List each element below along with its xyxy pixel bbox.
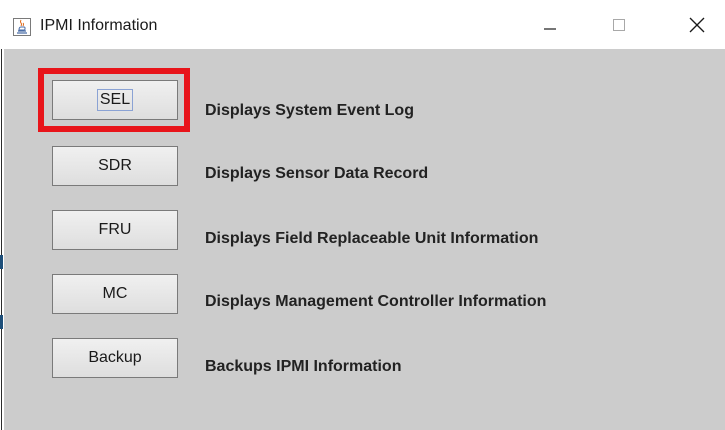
sdr-description: Displays Sensor Data Record: [205, 165, 429, 182]
background-window-marker: [0, 255, 3, 269]
backup-description: Backups IPMI Information: [205, 358, 402, 375]
maximize-icon: [611, 17, 627, 38]
mc-button[interactable]: MC: [52, 274, 178, 314]
minimize-button[interactable]: [528, 10, 572, 44]
window-title: IPMI Information: [40, 17, 158, 34]
mc-description: Displays Management Controller Informati…: [205, 293, 547, 310]
close-button[interactable]: [675, 10, 719, 44]
ipmi-information-window: IPMI Information SEL Displays System Eve…: [0, 0, 725, 430]
background-window-edge: [0, 49, 4, 430]
close-icon: [688, 16, 706, 39]
fru-button-label: FRU: [98, 221, 132, 238]
background-window-marker: [0, 315, 3, 329]
backup-button-label: Backup: [88, 349, 142, 366]
fru-button[interactable]: FRU: [52, 210, 178, 250]
backup-button[interactable]: Backup: [52, 338, 178, 378]
sel-button[interactable]: SEL: [52, 80, 178, 120]
sdr-button-label: SDR: [98, 157, 132, 174]
title-bar[interactable]: IPMI Information: [0, 0, 725, 49]
java-cup-icon: [13, 18, 31, 36]
mc-button-label: MC: [102, 285, 128, 302]
minimize-icon: [542, 17, 558, 38]
background-window-border: [1, 49, 2, 430]
maximize-button[interactable]: [597, 10, 641, 44]
sdr-button[interactable]: SDR: [52, 146, 178, 186]
sel-description: Displays System Event Log: [205, 102, 414, 119]
fru-description: Displays Field Replaceable Unit Informat…: [205, 230, 539, 247]
sel-button-label: SEL: [96, 89, 134, 111]
